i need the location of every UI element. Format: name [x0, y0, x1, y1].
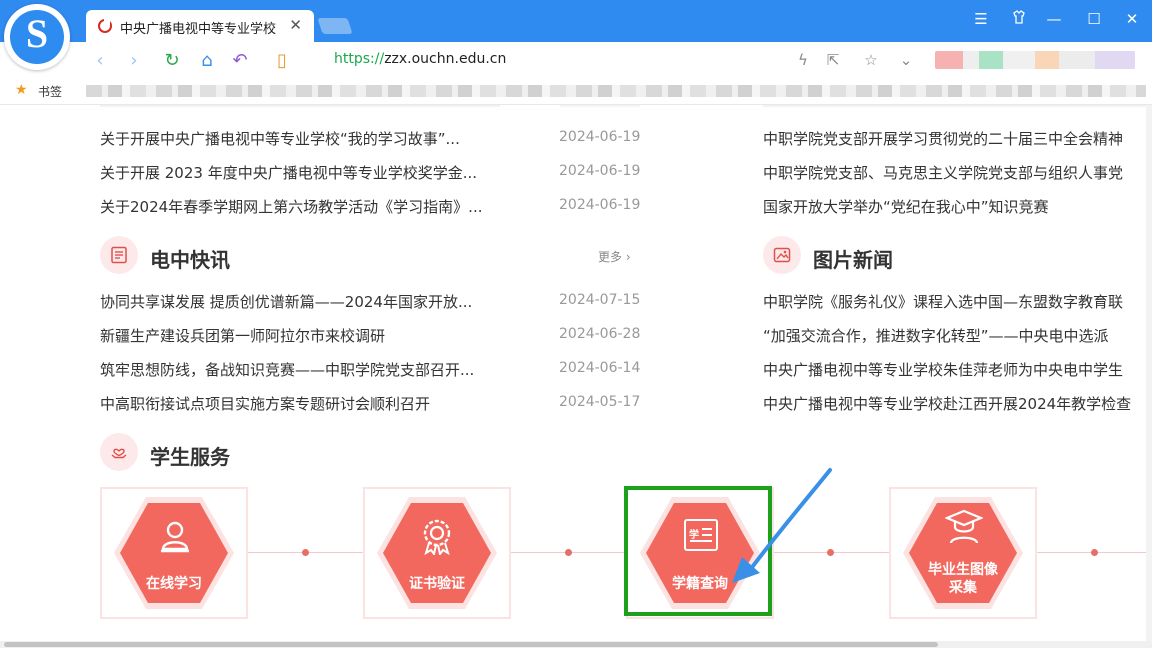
page-content: 关于开展中央广播电视中等专业学校“我的学习故事”... 2024-06-19 关… [0, 105, 1146, 641]
quick-news-item[interactable]: 协同共享谋发展 提质创优谱新篇——2024年国家开放... [100, 291, 472, 312]
url-protocol: https:// [334, 51, 385, 67]
browser-logo-icon[interactable]: S [4, 4, 70, 70]
quick-news-item[interactable]: 新疆生产建设兵团第一师阿拉尔市来校调研 [100, 325, 385, 346]
refresh-icon[interactable]: ↻ [160, 50, 184, 71]
url-host: zzx.ouchn.edu.cn [384, 51, 507, 67]
photo-news-item[interactable]: 中央广播电视中等专业学校朱佳萍老师为中央电中学生 [763, 359, 1123, 380]
notice-date: 2024-06-19 [559, 129, 641, 145]
newspaper-icon [100, 236, 138, 274]
bookmark-items[interactable] [86, 85, 1146, 97]
bookmarks-bar: ★ 书签 [0, 78, 1152, 105]
section-title-photo-news: 图片新闻 [813, 248, 893, 272]
cutoff-row-right [763, 105, 1146, 107]
notice-date: 2024-06-19 [559, 197, 641, 213]
photo-news-item[interactable]: 中央广播电视中等专业学校赴江西开展2024年教学检查 [763, 393, 1131, 414]
photo-news-item[interactable]: 中职学院《服务礼仪》课程入选中国—东盟数字教育联 [763, 291, 1123, 312]
service-card-graduate-photo[interactable]: 毕业生图像 采集 [889, 487, 1037, 619]
photo-news-item[interactable]: “加强交流合作，推进数字化转型”——中央电中选派 [763, 325, 1109, 346]
cutoff-date [560, 105, 640, 107]
new-tab-button[interactable] [317, 18, 353, 34]
cutoff-row-left [100, 105, 500, 107]
minimize-icon[interactable]: — [1040, 10, 1068, 28]
favorite-star-icon[interactable]: ☆ [860, 51, 882, 69]
bookmarks-label[interactable]: 书签 [38, 83, 62, 100]
more-link[interactable]: 更多 › [598, 248, 631, 265]
dropdown-chevron-icon[interactable]: ⌄ [895, 51, 917, 69]
lightning-icon[interactable]: ϟ [792, 51, 814, 69]
connector-dot [565, 549, 572, 556]
service-card-online-learning[interactable]: 在线学习 [100, 487, 248, 619]
maximize-icon[interactable]: ☐ [1080, 10, 1108, 28]
quick-news-date: 2024-05-17 [559, 394, 641, 410]
hand-heart-icon [100, 433, 138, 471]
section-title-quick-news: 电中快讯 [150, 248, 230, 272]
quick-news-item[interactable]: 筑牢思想防线，备战知识竞赛——中职学院党支部召开... [100, 359, 474, 380]
vertical-scrollbar[interactable] [1146, 105, 1152, 641]
annotation-arrow-icon [732, 468, 832, 583]
service-label: 证书验证 [409, 576, 465, 592]
quick-news-item[interactable]: 中高职衔接试点项目实施方案专题研讨会顺利召开 [100, 393, 430, 414]
person-icon [161, 521, 189, 553]
notice-item[interactable]: 关于开展中央广播电视中等专业学校“我的学习故事”... [100, 128, 460, 149]
section-title-student-services: 学生服务 [150, 445, 230, 469]
quick-news-date: 2024-07-15 [559, 292, 641, 308]
notice-item[interactable]: 关于开展 2023 年度中央广播电视中等专业学校奖学金... [100, 162, 477, 183]
extensions-area[interactable] [935, 51, 1135, 69]
horizontal-scroll-thumb[interactable] [4, 642, 938, 647]
quick-news-date: 2024-06-14 [559, 360, 641, 376]
forward-icon[interactable]: › [122, 50, 146, 71]
connector-dot [1091, 549, 1098, 556]
notice-item[interactable]: 关于2024年春季学期网上第六场教学活动《学习指南》... [100, 196, 482, 217]
window-close-icon[interactable]: ✕ [1118, 10, 1146, 28]
graduate-icon [945, 509, 983, 544]
menu-icon[interactable]: ☰ [967, 10, 995, 28]
address-bar: ‹ › ↻ ⌂ ↶ ▯ https://zzx.ouchn.edu.cn ϟ ⇱… [0, 42, 1152, 79]
tab-close-icon[interactable]: ✕ [289, 16, 302, 34]
right-news-item[interactable]: 国家开放大学举办“党纪在我心中”知识竞赛 [763, 196, 1049, 217]
connector-dot [302, 549, 309, 556]
service-card-certificate-verify[interactable]: 证书验证 [363, 487, 511, 619]
undo-icon[interactable]: ↶ [228, 50, 252, 71]
logo-letter: S [25, 11, 49, 56]
share-icon[interactable]: ⇱ [822, 51, 844, 69]
right-news-item[interactable]: 中职学院党支部开展学习贯彻党的二十届三中全会精神 [763, 128, 1123, 149]
back-icon[interactable]: ‹ [88, 50, 112, 71]
notice-date: 2024-06-19 [559, 163, 641, 179]
browser-tab-active[interactable]: 中央广播电视中等专业学校 ✕ [86, 10, 314, 42]
chevron-right-icon: › [625, 250, 631, 264]
right-news-item[interactable]: 中职学院党支部、马克思主义学院党支部与组织人事党 [763, 162, 1123, 183]
tab-title: 中央广播电视中等专业学校 [120, 22, 277, 37]
bookmark-star-icon: ★ [15, 82, 28, 98]
more-link-label: 更多 [598, 250, 623, 264]
certificate-icon [423, 519, 451, 555]
url-field[interactable]: https://zzx.ouchn.edu.cn [334, 51, 506, 67]
service-label: 毕业生图像 采集 [928, 562, 998, 596]
reader-icon[interactable]: ▯ [270, 50, 294, 71]
site-favicon-icon [98, 19, 112, 33]
skin-icon[interactable] [1005, 10, 1033, 28]
quick-news-date: 2024-06-28 [559, 326, 641, 342]
service-label: 在线学习 [146, 576, 202, 592]
picture-icon [763, 236, 801, 274]
home-icon[interactable]: ⌂ [195, 50, 219, 71]
